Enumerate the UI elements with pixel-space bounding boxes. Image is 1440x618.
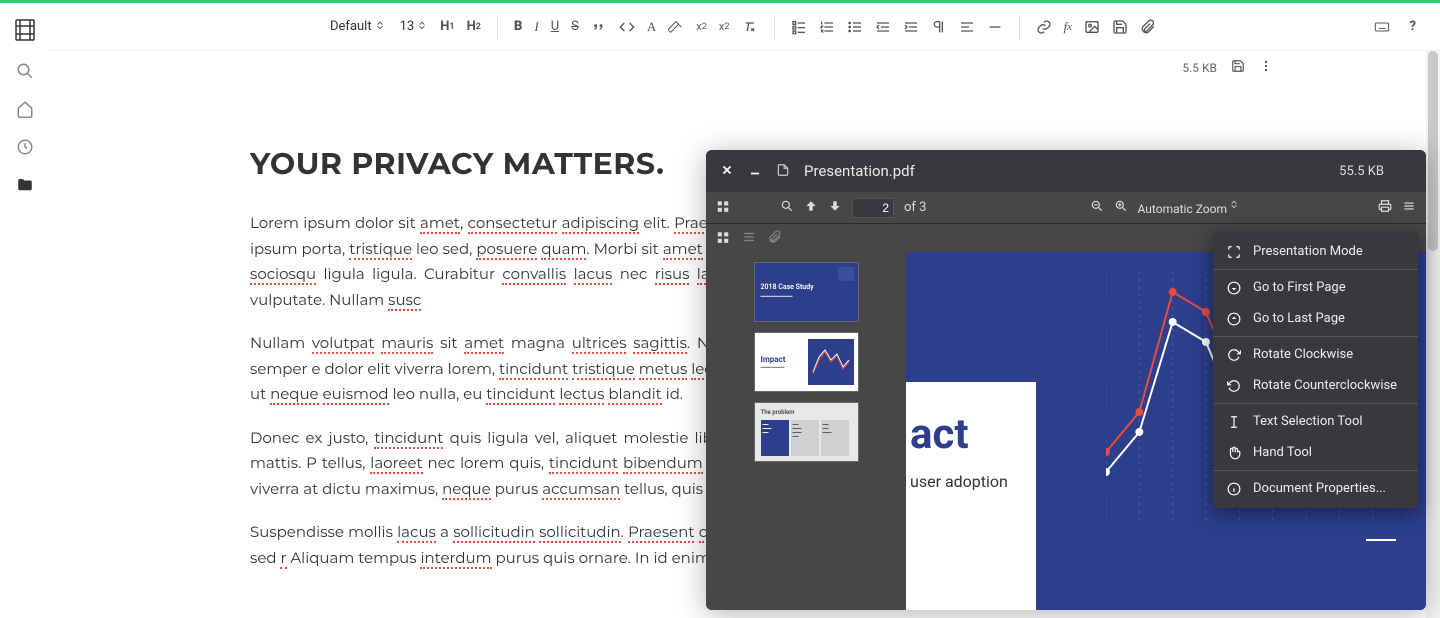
thumbs-view-icon[interactable] (716, 229, 730, 248)
pdf-titlebar: Presentation.pdf 55.5 KB (706, 150, 1426, 192)
search-icon[interactable] (780, 199, 794, 217)
slide-heading: act (910, 410, 977, 459)
paragraph-button[interactable] (927, 15, 951, 39)
subscript-button[interactable]: x2 (692, 16, 711, 37)
zoom-select[interactable]: Automatic Zoom (1138, 199, 1238, 216)
attachment-button[interactable] (1136, 15, 1160, 39)
pdf-thumbnails: 2018 Case Study ▬▬▬▬▬▬▬▬ Impact ▬▬▬▬▬▬ T… (706, 252, 906, 610)
underline-button[interactable]: U (547, 15, 563, 38)
code-button[interactable] (615, 15, 639, 39)
hr-button[interactable] (983, 15, 1007, 39)
superscript-button[interactable]: x2 (715, 16, 734, 37)
menu-last-page[interactable]: Go to Last Page (1213, 303, 1418, 334)
pdf-thumb-3[interactable]: The problem ▬▬▬▬▬▬▬ ▬▬▬▬▬▬▬▬▬▬ ▬▬▬▬▬▬▬ (754, 402, 859, 462)
menu-rotate-cw[interactable]: Rotate Clockwise (1213, 339, 1418, 370)
pdf-thumb-2[interactable]: Impact ▬▬▬▬▬▬ (754, 332, 859, 392)
pdf-tools-menu: Presentation Mode Go to First Page Go to… (1213, 232, 1418, 508)
left-sidebar (0, 3, 50, 618)
minimize-icon[interactable] (748, 162, 762, 181)
menu-document-properties[interactable]: Document Properties... (1213, 473, 1418, 504)
quote-button[interactable] (587, 15, 611, 39)
menu-first-page[interactable]: Go to First Page (1213, 272, 1418, 303)
keyboard-icon[interactable] (1370, 15, 1394, 39)
font-family-select[interactable]: Default (324, 19, 390, 35)
heading1-button[interactable]: H1 (436, 15, 458, 38)
next-page-icon[interactable] (828, 199, 842, 217)
download-icon[interactable] (1398, 162, 1412, 181)
tools-menu-icon[interactable] (1402, 199, 1416, 217)
total-pages: of 3 (904, 200, 926, 215)
home-icon[interactable] (16, 100, 34, 118)
image-button[interactable] (1080, 15, 1104, 39)
scrollbar[interactable] (1426, 51, 1440, 618)
close-icon[interactable] (720, 162, 734, 181)
font-size-select[interactable]: 13 (394, 19, 433, 35)
font-color-button[interactable]: A (643, 15, 660, 39)
indent-button[interactable] (899, 15, 923, 39)
scrollbar-thumb[interactable] (1428, 51, 1438, 251)
strikethrough-button[interactable]: S (567, 15, 583, 38)
menu-rotate-ccw[interactable]: Rotate Counterclockwise (1213, 370, 1418, 401)
ordered-list-button[interactable] (815, 15, 839, 39)
outline-view-icon[interactable] (742, 229, 756, 248)
page-number-input[interactable] (852, 198, 894, 218)
save-button[interactable] (1108, 15, 1132, 39)
pdf-toolbar: of 3 Automatic Zoom (706, 192, 1426, 224)
heading2-button[interactable]: H2 (463, 15, 485, 38)
zoom-out-icon[interactable] (1090, 199, 1104, 217)
link-button[interactable] (1032, 15, 1056, 39)
sidebar-toggle-icon[interactable] (716, 199, 730, 217)
editor-toolbar: Default 13 H1 H2 B I U S A x2 x2 fx ? (50, 3, 1440, 51)
clear-format-button[interactable] (738, 15, 762, 39)
menu-text-selection[interactable]: Text Selection Tool (1213, 406, 1418, 437)
italic-button[interactable]: I (530, 15, 542, 39)
save-doc-button[interactable] (1231, 59, 1245, 76)
formula-button[interactable]: fx (1060, 15, 1076, 39)
print-icon[interactable] (1378, 199, 1392, 217)
menu-hand-tool[interactable]: Hand Tool (1213, 437, 1418, 468)
pdf-filesize: 55.5 KB (1339, 164, 1384, 179)
menu-presentation-mode[interactable]: Presentation Mode (1213, 236, 1418, 267)
align-button[interactable] (955, 15, 979, 39)
highlight-button[interactable] (664, 15, 688, 39)
checklist-button[interactable] (787, 15, 811, 39)
slide-subheading: user adoption (910, 470, 1012, 493)
help-icon[interactable]: ? (1406, 15, 1420, 39)
prev-page-icon[interactable] (804, 199, 818, 217)
doc-menu-button[interactable] (1259, 59, 1273, 76)
search-icon[interactable] (16, 62, 34, 80)
pdf-filename: Presentation.pdf (804, 162, 1325, 180)
folder-icon[interactable] (16, 176, 34, 194)
unordered-list-button[interactable] (843, 15, 867, 39)
document-size: 5.5 KB (1182, 61, 1217, 75)
outdent-button[interactable] (871, 15, 895, 39)
bold-button[interactable]: B (510, 15, 526, 38)
document-icon (776, 162, 790, 181)
app-logo-icon (13, 18, 37, 42)
clock-icon[interactable] (16, 138, 34, 156)
pdf-thumb-1[interactable]: 2018 Case Study ▬▬▬▬▬▬▬▬ (754, 262, 859, 322)
zoom-in-icon[interactable] (1114, 199, 1128, 217)
attachments-view-icon[interactable] (768, 229, 782, 248)
